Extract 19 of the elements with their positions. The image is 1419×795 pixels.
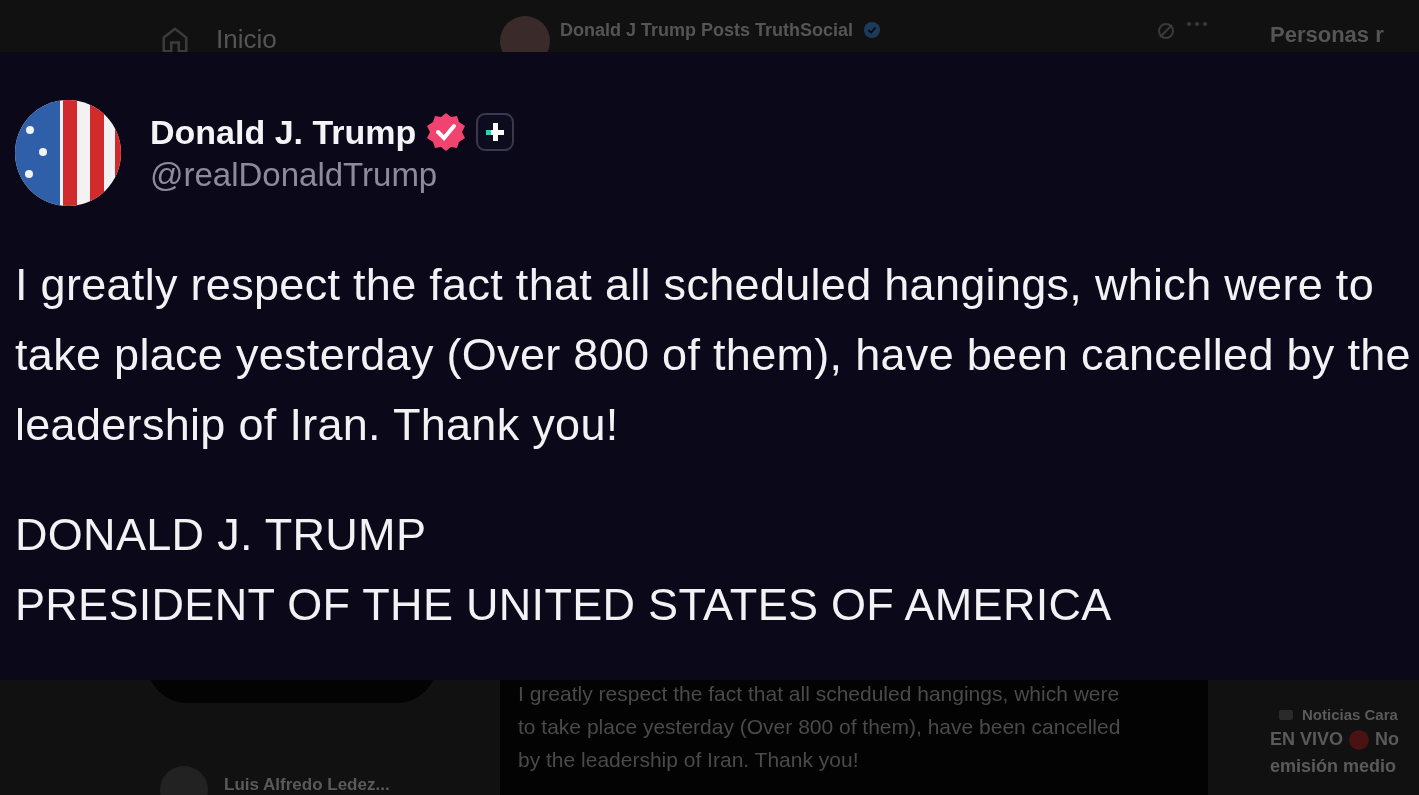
home-nav-item[interactable]: Inicio: [160, 0, 500, 55]
live-label: EN VIVO: [1270, 729, 1344, 750]
signature-line: DONALD J. TRUMP: [15, 508, 428, 562]
news-headline: No: [1375, 729, 1400, 750]
account-name: Donald J Trump Posts TruthSocial: [560, 20, 854, 41]
account-name: Luis Alfredo Ledez...: [224, 775, 390, 795]
post-text-line: to take place yesterday (Over 800 of them), have been cancelled: [518, 714, 1122, 740]
section-heading: Personas r: [1270, 22, 1385, 48]
live-dot-icon: [1349, 729, 1370, 750]
post-text: I greatly respect the fact that all scheduled hangings, which were to take place yesterday (Over 800 of them), have been cancelled by the leadership of Iran. Thank you!: [15, 258, 1412, 452]
display-name: Donald J. Trump: [150, 112, 417, 152]
more-icon: [1186, 21, 1208, 27]
post-text-line: I greatly respect the fact that all scheduled hangings, which were: [518, 681, 1121, 707]
post-text-line: by the leadership of Iran. Thank you!: [518, 747, 860, 773]
signature-line: PRESIDENT OF THE UNITED STATES OF AMERICA: [15, 578, 1113, 632]
username: @realDonaldTrump: [150, 156, 439, 194]
news-source: Noticias Cara: [1302, 706, 1398, 723]
news-headline: emisión medio: [1270, 756, 1398, 777]
plus-icon: [476, 113, 515, 151]
